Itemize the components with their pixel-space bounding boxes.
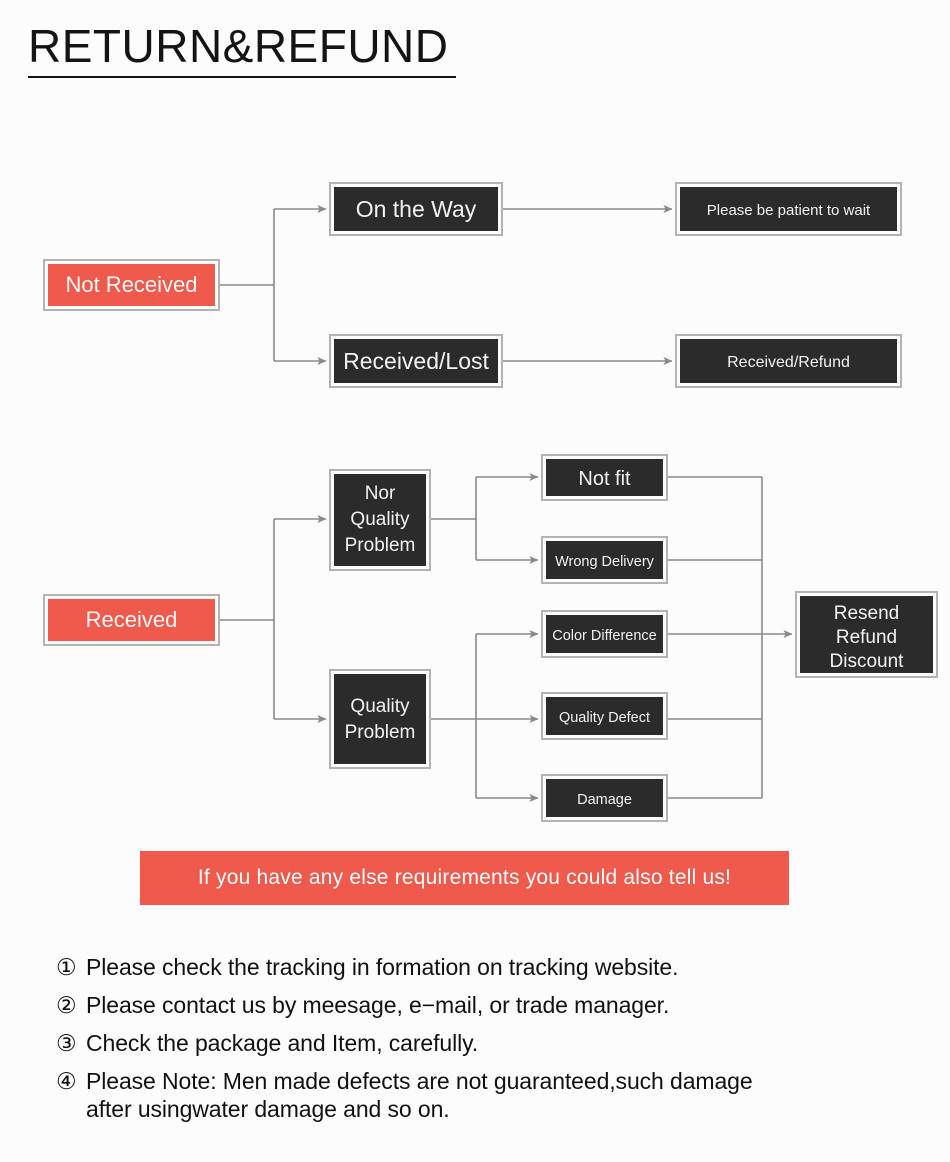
node-label: Received/Refund	[727, 354, 850, 371]
node-resend-refund-discount[interactable]: Resend Refund Discount	[795, 591, 938, 678]
node-label-line2: Refund	[836, 627, 897, 648]
note-text-1: Please check the tracking in formation o…	[86, 954, 679, 980]
note-marker-1: ①	[56, 954, 77, 980]
node-on-the-way[interactable]: On the Way	[329, 182, 503, 236]
note-marker-3: ③	[56, 1030, 77, 1056]
return-refund-infographic: RETURN&REFUND Not Received On the Way Pl…	[0, 0, 950, 1162]
list-item: ② Please contact us by meesage, e−mail, …	[56, 991, 936, 1019]
node-label: Please be patient to wait	[707, 202, 871, 219]
node-label: Not Received	[65, 272, 197, 297]
note-text-4-line2: after usingwater damage and so on.	[86, 1096, 450, 1122]
node-label-line3: Problem	[345, 535, 416, 556]
note-text-4-line1: Please Note: Men made defects are not gu…	[86, 1068, 753, 1094]
node-received[interactable]: Received	[43, 594, 220, 646]
connector-nor-quality-split	[431, 473, 539, 564]
flowchart: Not Received On the Way Please be patien…	[43, 182, 938, 822]
node-not-received[interactable]: Not Received	[43, 259, 220, 311]
node-received-lost[interactable]: Received/Lost	[329, 334, 503, 388]
node-nor-quality-problem[interactable]: Nor Quality Problem	[329, 469, 431, 571]
node-label: Not fit	[578, 468, 631, 490]
node-please-be-patient[interactable]: Please be patient to wait	[675, 182, 902, 236]
note-text-2: Please contact us by meesage, e−mail, or…	[86, 992, 670, 1018]
node-damage[interactable]: Damage	[541, 774, 668, 822]
node-label-line3: Discount	[830, 651, 905, 672]
node-quality-problem[interactable]: Quality Problem	[329, 669, 431, 769]
node-quality-defect[interactable]: Quality Defect	[541, 692, 668, 740]
note-text-4: Please Note: Men made defects are not gu…	[86, 1067, 753, 1123]
node-label: Wrong Delivery	[555, 554, 655, 570]
note-marker-2: ②	[56, 992, 77, 1018]
node-label-line1: Resend	[834, 603, 900, 624]
node-label: Received	[86, 607, 178, 632]
connector-not-received-split	[219, 205, 327, 365]
node-label-line1: Nor	[365, 483, 396, 504]
list-item: ③ Check the package and Item, carefully.	[56, 1029, 936, 1057]
node-wrong-delivery[interactable]: Wrong Delivery	[541, 536, 668, 584]
node-color-difference[interactable]: Color Difference	[541, 610, 668, 658]
node-label-line2: Problem	[345, 722, 416, 743]
list-item: ④ Please Note: Men made defects are not …	[56, 1067, 936, 1123]
connector-quality-problem-split	[431, 630, 539, 802]
node-received-refund[interactable]: Received/Refund	[675, 334, 902, 388]
node-label: On the Way	[356, 196, 477, 222]
connector-received-split	[219, 515, 327, 723]
node-not-fit[interactable]: Not fit	[541, 454, 668, 501]
node-label-line1: Quality	[350, 696, 410, 717]
requirements-banner-text: If you have any else requirements you co…	[197, 866, 732, 889]
node-label-line2: Quality	[350, 509, 410, 530]
node-label: Damage	[577, 792, 632, 808]
list-item: ① Please check the tracking in formation…	[56, 953, 936, 981]
node-label: Received/Lost	[343, 348, 489, 374]
requirements-banner: If you have any else requirements you co…	[140, 851, 789, 905]
note-text-3: Check the package and Item, carefully.	[86, 1030, 479, 1056]
node-label: Color Difference	[552, 628, 657, 644]
notes-list: ① Please check the tracking in formation…	[56, 953, 936, 1133]
node-label: Quality Defect	[559, 710, 650, 726]
connector-reasons-merge-outcome	[667, 476, 793, 799]
note-marker-4: ④	[56, 1068, 77, 1094]
